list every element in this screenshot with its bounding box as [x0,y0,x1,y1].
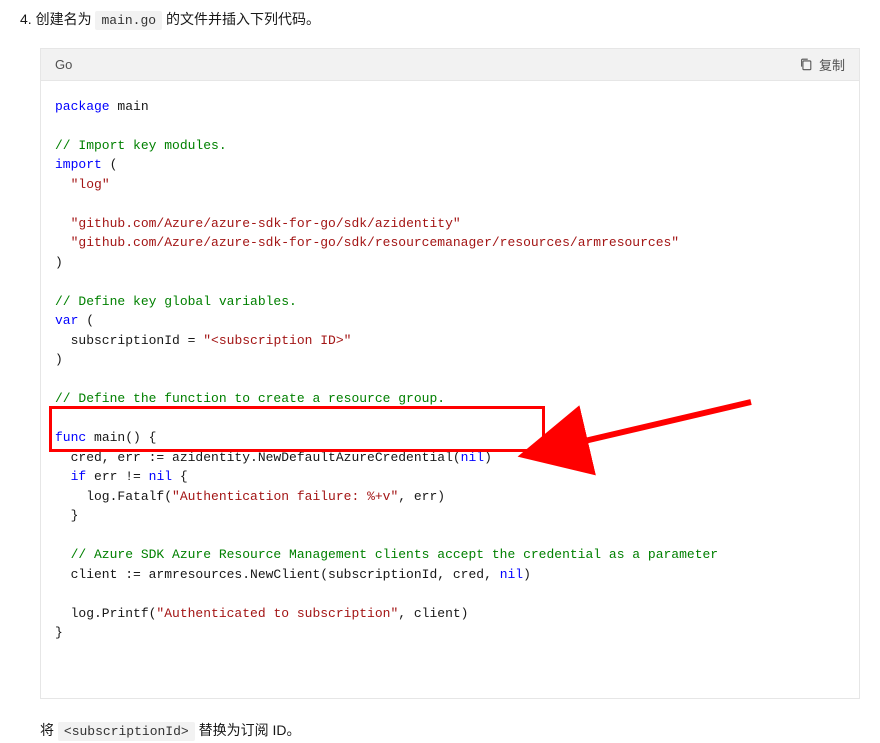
arrow-line [576,402,751,443]
step-prefix: 4. 创建名为 [20,11,92,27]
footer-suffix: 替换为订阅 ID。 [199,722,301,738]
code-block[interactable]: package main // Import key modules. impo… [41,81,859,698]
copy-button[interactable]: 复制 [799,55,845,74]
step-suffix: 的文件并插入下列代码。 [166,11,320,27]
inline-subscription-var: <subscriptionId> [58,722,195,741]
copy-icon [799,57,813,71]
copy-label: 复制 [819,55,845,74]
footer-prefix: 将 [40,722,54,738]
footer-note: 将 <subscriptionId> 替换为订阅 ID。 [40,719,860,743]
code-panel: Go 复制 package main // Import key modules… [40,48,860,699]
code-header: Go 复制 [41,49,859,81]
code-language-label: Go [55,57,72,72]
inline-filename: main.go [95,11,162,30]
instruction-step: 4. 创建名为 main.go 的文件并插入下列代码。 [20,8,860,32]
